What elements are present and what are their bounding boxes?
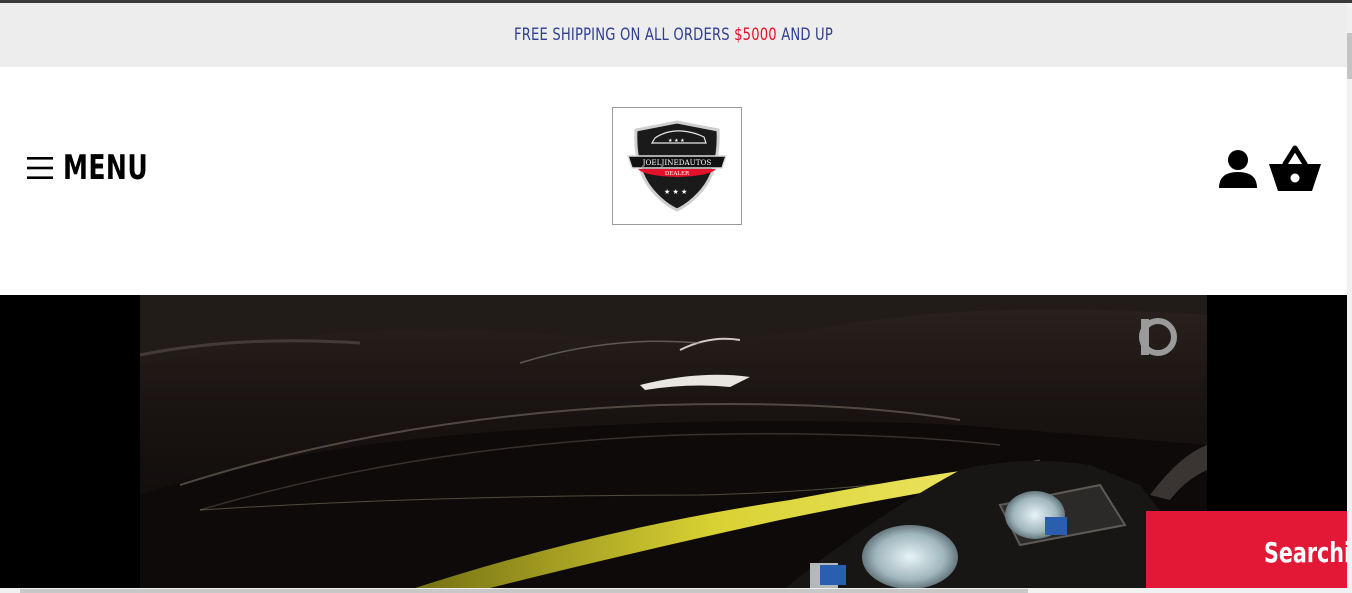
announcement-prefix: FREE SHIPPING ON ALL ORDERS: [514, 25, 735, 45]
user-icon[interactable]: [1218, 149, 1258, 189]
announcement-bar: FREE SHIPPING ON ALL ORDERS $5000 AND UP: [0, 3, 1347, 67]
announcement-suffix: AND UP: [776, 25, 833, 45]
announcement-text: FREE SHIPPING ON ALL ORDERS $5000 AND UP: [514, 25, 833, 45]
horizontal-scrollbar-thumb[interactable]: [20, 589, 1028, 593]
search-tab-button[interactable]: Searchi: [1146, 511, 1352, 593]
menu-button[interactable]: MENU: [27, 148, 167, 188]
svg-text:★ ★ ★: ★ ★ ★: [664, 188, 687, 196]
horizontal-scrollbar[interactable]: [0, 588, 1347, 593]
vertical-scrollbar[interactable]: [1347, 3, 1352, 593]
announcement-amount: $5000: [734, 25, 777, 45]
logo-name: JOELJINEDAUTOS: [642, 158, 712, 167]
hamburger-icon: [27, 157, 53, 179]
menu-label: MENU: [63, 148, 149, 188]
vertical-scrollbar-thumb[interactable]: [1347, 33, 1352, 79]
svg-text:★ ★ ★: ★ ★ ★: [668, 138, 685, 144]
basket-icon[interactable]: [1268, 145, 1322, 193]
site-logo[interactable]: ★ ★ ★ JOELJINEDAUTOS DEALER ★ ★ ★: [612, 107, 742, 225]
search-tab-label: Searchi: [1264, 536, 1352, 569]
hero-video[interactable]: [0, 295, 1347, 593]
logo-tagline: DEALER: [665, 171, 690, 177]
logo-shield-icon: ★ ★ ★ JOELJINEDAUTOS DEALER ★ ★ ★: [626, 120, 728, 212]
hero-car-image: [140, 295, 1207, 593]
site-header: MENU ★ ★ ★ JOELJINEDAUTOS DEALER ★ ★ ★: [0, 67, 1347, 295]
